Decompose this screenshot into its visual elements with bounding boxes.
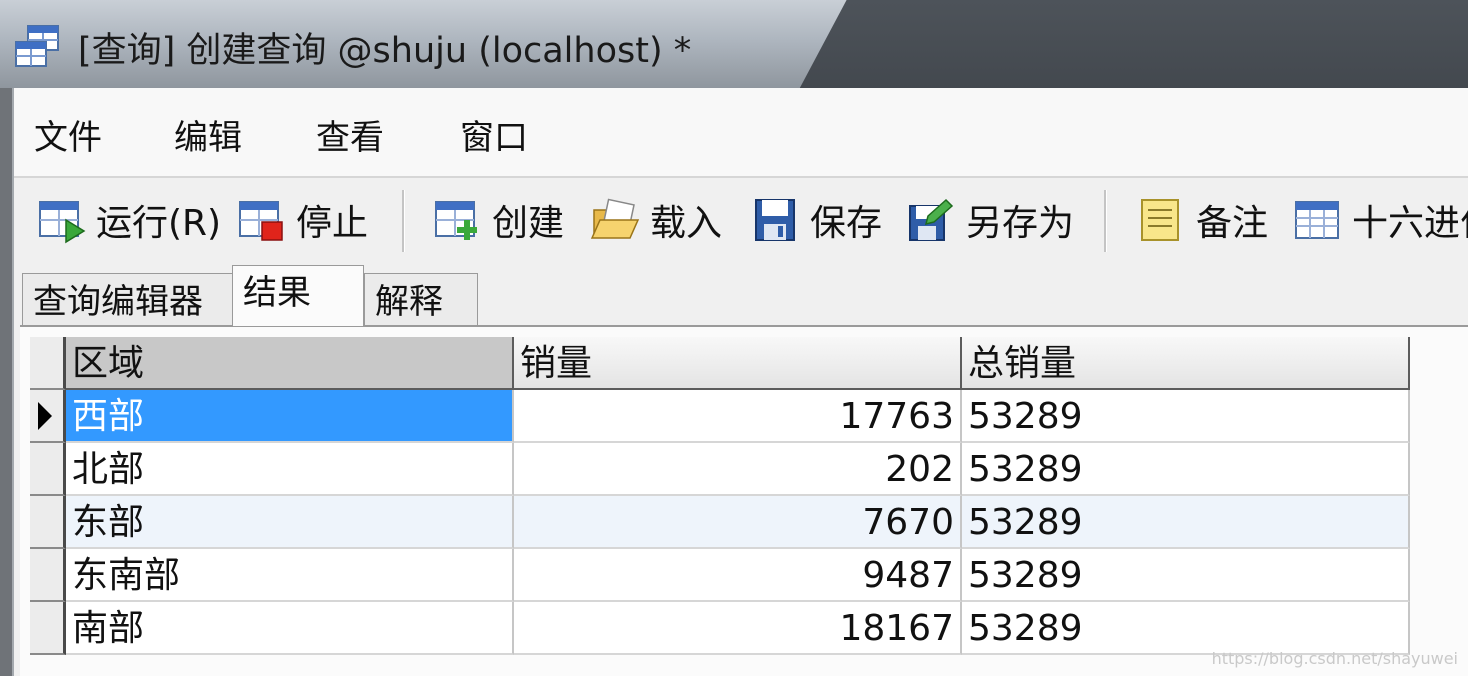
save-label: 保存 [810,203,883,244]
table-row[interactable]: 东部 7670 53289 [30,496,1410,549]
table-row[interactable]: 西部 17763 53289 [30,390,1410,443]
table-row[interactable]: 南部 18167 53289 [30,602,1410,655]
menu-edit[interactable]: 编辑 [174,110,242,159]
row-header[interactable] [30,602,66,655]
cell-total-sales[interactable]: 53289 [962,602,1410,655]
cell-region[interactable]: 西部 [66,390,514,443]
cell-total-sales[interactable]: 53289 [962,496,1410,549]
cell-sales[interactable]: 9487 [514,549,962,602]
cell-region[interactable]: 北部 [66,443,514,496]
cell-region[interactable]: 东南部 [66,549,514,602]
load-button[interactable]: 载入 [590,192,722,248]
cell-total-sales[interactable]: 53289 [962,390,1410,443]
note-label: 备注 [1196,203,1269,244]
row-header[interactable] [30,390,66,443]
note-icon [1141,199,1179,241]
hex-grid-icon [1295,201,1339,239]
create-button[interactable]: 创建 [432,192,564,248]
cell-sales[interactable]: 17763 [514,390,962,443]
row-header[interactable] [30,496,66,549]
toolbar: 运行(R) 停止 创建 载入 保存 另存为 备注 十六进 [14,178,1468,264]
run-icon [39,201,86,244]
save-as-button[interactable]: 另存为 [906,192,1074,248]
run-label: 运行(R) [96,203,222,244]
column-header-region[interactable]: 区域 [66,337,514,390]
column-header-total-sales[interactable]: 总销量 [962,337,1410,390]
create-label: 创建 [492,203,565,244]
menu-window[interactable]: 窗口 [460,110,528,159]
save-button[interactable]: 保存 [750,192,882,248]
save-as-label: 另存为 [966,203,1075,244]
run-button[interactable]: 运行(R) [36,192,221,248]
note-button[interactable]: 备注 [1136,192,1268,248]
stop-icon [239,201,283,241]
hex-button[interactable]: 十六进位 [1292,192,1468,248]
menu-file[interactable]: 文件 [34,110,102,159]
watermark: https://blog.csdn.net/shayuwei [1211,649,1458,668]
results-panel: 区域 销量 总销量 西部 17763 53289 北部 202 53289 东部… [20,327,1468,676]
menu-view[interactable]: 查看 [316,110,384,159]
cell-sales[interactable]: 18167 [514,602,962,655]
grid-header-row: 区域 销量 总销量 [30,337,1410,390]
load-label: 载入 [650,203,723,244]
tab-explain[interactable]: 解释 [364,273,478,326]
toolbar-divider [402,190,405,252]
cell-total-sales[interactable]: 53289 [962,549,1410,602]
save-as-icon [909,198,954,241]
tab-query-editor[interactable]: 查询编辑器 [22,273,240,326]
query-window: 文件 编辑 查看 窗口 运行(R) 停止 创建 载入 保存 另存为 备注 十六进… [12,88,1468,676]
cell-total-sales[interactable]: 53289 [962,443,1410,496]
row-header[interactable] [30,549,66,602]
current-row-arrow-icon [38,402,52,430]
title-bar[interactable]: [查询] 创建查询 @shuju (localhost) * [0,0,1468,88]
hex-label: 十六进位 [1352,203,1468,244]
tab-strip: 查询编辑器 结果 解释 [14,264,1468,326]
grid-corner [30,337,66,390]
open-folder-icon [590,198,640,239]
cell-sales[interactable]: 7670 [514,496,962,549]
tab-results[interactable]: 结果 [232,265,364,326]
cell-region[interactable]: 东部 [66,496,514,549]
query-window-icon [15,25,59,67]
window-title: [查询] 创建查询 @shuju (localhost) * [78,31,692,71]
title-bar-glare [772,0,1468,88]
toolbar-divider [1104,190,1107,252]
table-row[interactable]: 北部 202 53289 [30,443,1410,496]
cell-region[interactable]: 南部 [66,602,514,655]
stop-button[interactable]: 停止 [236,192,368,248]
row-header[interactable] [30,443,66,496]
table-row[interactable]: 东南部 9487 53289 [30,549,1410,602]
column-header-sales[interactable]: 销量 [514,337,962,390]
cell-sales[interactable]: 202 [514,443,962,496]
stop-label: 停止 [296,203,369,244]
save-disk-icon [755,199,795,241]
create-query-icon [435,201,477,240]
menu-bar: 文件 编辑 查看 窗口 [14,88,1468,176]
